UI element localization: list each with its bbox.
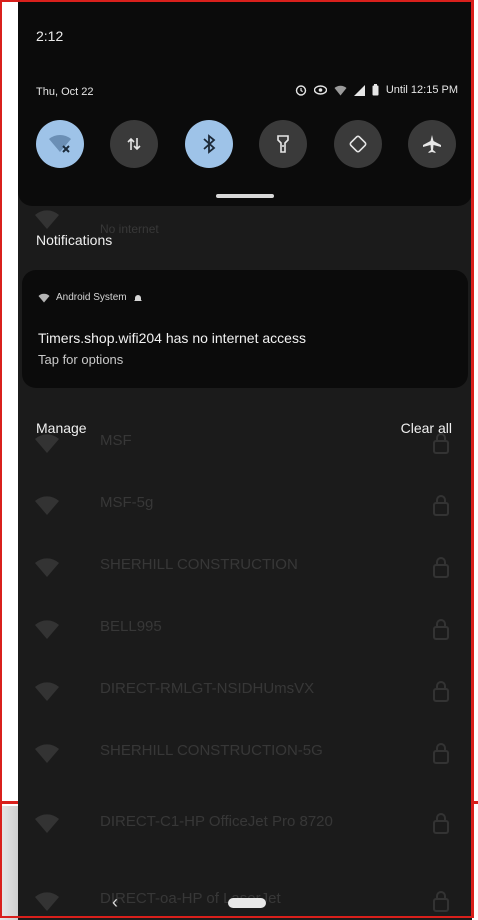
- outer-red-line-right: [474, 801, 478, 804]
- red-outline-frame: [0, 0, 474, 918]
